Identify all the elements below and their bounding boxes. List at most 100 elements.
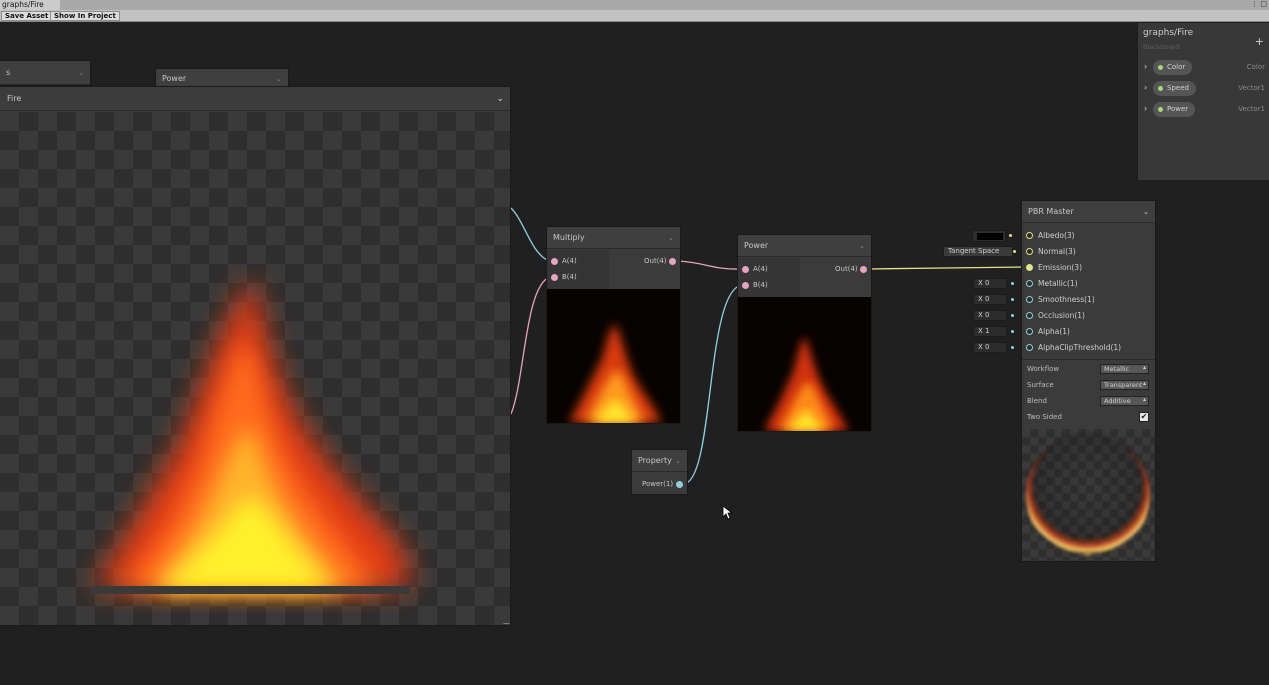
- albedo-color-field[interactable]: [972, 230, 1006, 242]
- pbr-input-row: Metallic(1): [1022, 276, 1155, 292]
- metallic-value-field[interactable]: X 0: [973, 278, 1007, 289]
- power-tab-label: Power: [162, 74, 187, 83]
- property-output-port[interactable]: [676, 481, 683, 488]
- power-output-port[interactable]: [860, 266, 867, 273]
- setting-row-surface: Surface Transparent: [1022, 377, 1155, 393]
- normal-connector-dot: [1013, 250, 1016, 253]
- occlusion-connector-dot: [1011, 314, 1014, 317]
- blackboard-panel: graphs/Fire Blackboard + › Color Color › Spe…: [1138, 23, 1269, 180]
- occlusion-value-field[interactable]: X 0: [973, 310, 1007, 321]
- property-type: Color: [1246, 63, 1265, 71]
- alpha-connector-dot: [1011, 330, 1014, 333]
- pbr-input-port[interactable]: [1026, 280, 1033, 287]
- workflow-dropdown[interactable]: Metallic: [1100, 364, 1149, 374]
- alpha-value-field[interactable]: X 1: [973, 326, 1007, 337]
- property-pill[interactable]: Power: [1153, 102, 1196, 117]
- smoothness-connector-dot: [1011, 298, 1014, 301]
- chevron-down-icon[interactable]: ⌄: [1143, 201, 1149, 223]
- multiply-input-area: [547, 250, 609, 289]
- edge-power-to-emission: [865, 266, 1026, 270]
- pbr-input-port[interactable]: [1026, 264, 1033, 271]
- chevron-down-icon[interactable]: ⌄: [675, 450, 681, 472]
- pbr-input-row: Albedo(3): [1022, 228, 1155, 244]
- property-pill[interactable]: Speed: [1153, 81, 1196, 96]
- metallic-connector-dot: [1011, 282, 1014, 285]
- pbr-input-label: AlphaClipThreshold(1): [1038, 343, 1122, 352]
- power-node[interactable]: Power ⌄ A(4) B(4) Out(4): [738, 235, 871, 431]
- property-type: Vector1: [1238, 105, 1265, 113]
- power-input-b-port[interactable]: [742, 282, 749, 289]
- main-preview-window: Fire ⌄ —: [0, 87, 510, 627]
- property-pill[interactable]: Color: [1153, 60, 1193, 75]
- alpha-clip-value-field[interactable]: X 0: [973, 342, 1007, 353]
- power-input-a-label: A(4): [753, 265, 768, 273]
- divider: [1022, 359, 1155, 360]
- pbr-input-port[interactable]: [1026, 328, 1033, 335]
- pbr-input-port[interactable]: [1026, 312, 1033, 319]
- multiply-node[interactable]: Multiply ⌄ A(4) B(4) Out(4): [547, 227, 680, 423]
- expand-arrow-icon[interactable]: ›: [1144, 104, 1147, 113]
- edge-into-multiply-b: [510, 276, 551, 415]
- blackboard-property-row[interactable]: › Color Color: [1138, 60, 1269, 76]
- chevron-down-icon[interactable]: ⌄: [859, 235, 865, 257]
- pbr-input-port[interactable]: [1026, 232, 1033, 239]
- main-preview-header: Fire ⌄: [0, 87, 510, 111]
- edge-multiply-to-power: [675, 260, 743, 270]
- pbr-master-preview[interactable]: [1022, 429, 1155, 561]
- edge-into-multiply-a: [510, 207, 551, 262]
- power-preview: [738, 297, 871, 431]
- pbr-input-label: Alpha(1): [1038, 327, 1070, 336]
- power-tab-node[interactable]: Power ⌄: [156, 69, 288, 89]
- pbr-input-port[interactable]: [1026, 344, 1033, 351]
- multiply-node-title: Multiply: [553, 233, 585, 242]
- two-sided-label: Two Sided: [1027, 413, 1062, 421]
- pbr-input-port[interactable]: [1026, 248, 1033, 255]
- setting-label: Surface: [1027, 381, 1054, 389]
- power-output-label: Out(4): [835, 265, 858, 273]
- property-output-label: Power(1): [642, 480, 674, 488]
- chevron-down-icon[interactable]: ⌄: [276, 69, 282, 89]
- chevron-down-icon[interactable]: ⌄: [668, 227, 674, 249]
- power-node-title: Power: [744, 241, 769, 250]
- blend-dropdown[interactable]: Additive: [1100, 396, 1149, 406]
- multiply-output-port[interactable]: [669, 258, 676, 265]
- pbr-input-row: Emission(3): [1022, 260, 1155, 276]
- blackboard-property-row[interactable]: › Power Vector1: [1138, 102, 1269, 118]
- mouse-cursor-icon: [722, 505, 734, 520]
- preview-tab-node[interactable]: s ⌄: [0, 61, 90, 85]
- normal-space-field[interactable]: Tangent Space: [943, 246, 1013, 257]
- sphere-preview-graphic: [1026, 433, 1150, 557]
- pbr-master-node[interactable]: PBR Master ⌄ Albedo(3) Normal(3) Emission(…: [1022, 201, 1155, 561]
- pbr-input-label: Normal(3): [1038, 247, 1076, 256]
- flame-preview-graphic: [90, 282, 410, 594]
- pbr-input-label: Metallic(1): [1038, 279, 1078, 288]
- property-name: Power: [1167, 105, 1189, 113]
- property-type: Vector1: [1238, 84, 1265, 92]
- setting-label: Workflow: [1027, 365, 1060, 373]
- power-input-a-port[interactable]: [742, 266, 749, 273]
- add-property-icon[interactable]: +: [1255, 35, 1264, 48]
- main-preview-image[interactable]: [0, 112, 510, 625]
- chevron-down-icon[interactable]: ⌄: [496, 87, 504, 111]
- pbr-input-port[interactable]: [1026, 296, 1033, 303]
- pbr-master-inputs: Albedo(3) Normal(3) Emission(3) Metallic(1)…: [1022, 228, 1155, 356]
- smoothness-value-field[interactable]: X 0: [973, 294, 1007, 305]
- setting-row-workflow: Workflow Metallic: [1022, 361, 1155, 377]
- blackboard-property-row[interactable]: › Speed Vector1: [1138, 81, 1269, 97]
- multiply-input-a-port[interactable]: [551, 258, 558, 265]
- expand-arrow-icon[interactable]: ›: [1144, 62, 1147, 71]
- expand-arrow-icon[interactable]: ›: [1144, 83, 1147, 92]
- resize-handle-icon[interactable]: —: [503, 619, 510, 627]
- pbr-input-label: Occlusion(1): [1038, 311, 1085, 320]
- pbr-input-label: Albedo(3): [1038, 231, 1075, 240]
- property-node[interactable]: Property ⌄ Power(1): [632, 450, 687, 494]
- alpha-clip-connector-dot: [1011, 346, 1014, 349]
- surface-dropdown[interactable]: Transparent: [1100, 380, 1149, 390]
- multiply-input-b-port[interactable]: [551, 274, 558, 281]
- albedo-connector-dot: [1009, 234, 1012, 237]
- two-sided-checkbox[interactable]: ✔: [1139, 412, 1149, 422]
- pbr-input-row: Smoothness(1): [1022, 292, 1155, 308]
- power-input-b-label: B(4): [753, 281, 768, 289]
- chevron-down-icon[interactable]: ⌄: [78, 61, 84, 85]
- pbr-input-row: Alpha(1): [1022, 324, 1155, 340]
